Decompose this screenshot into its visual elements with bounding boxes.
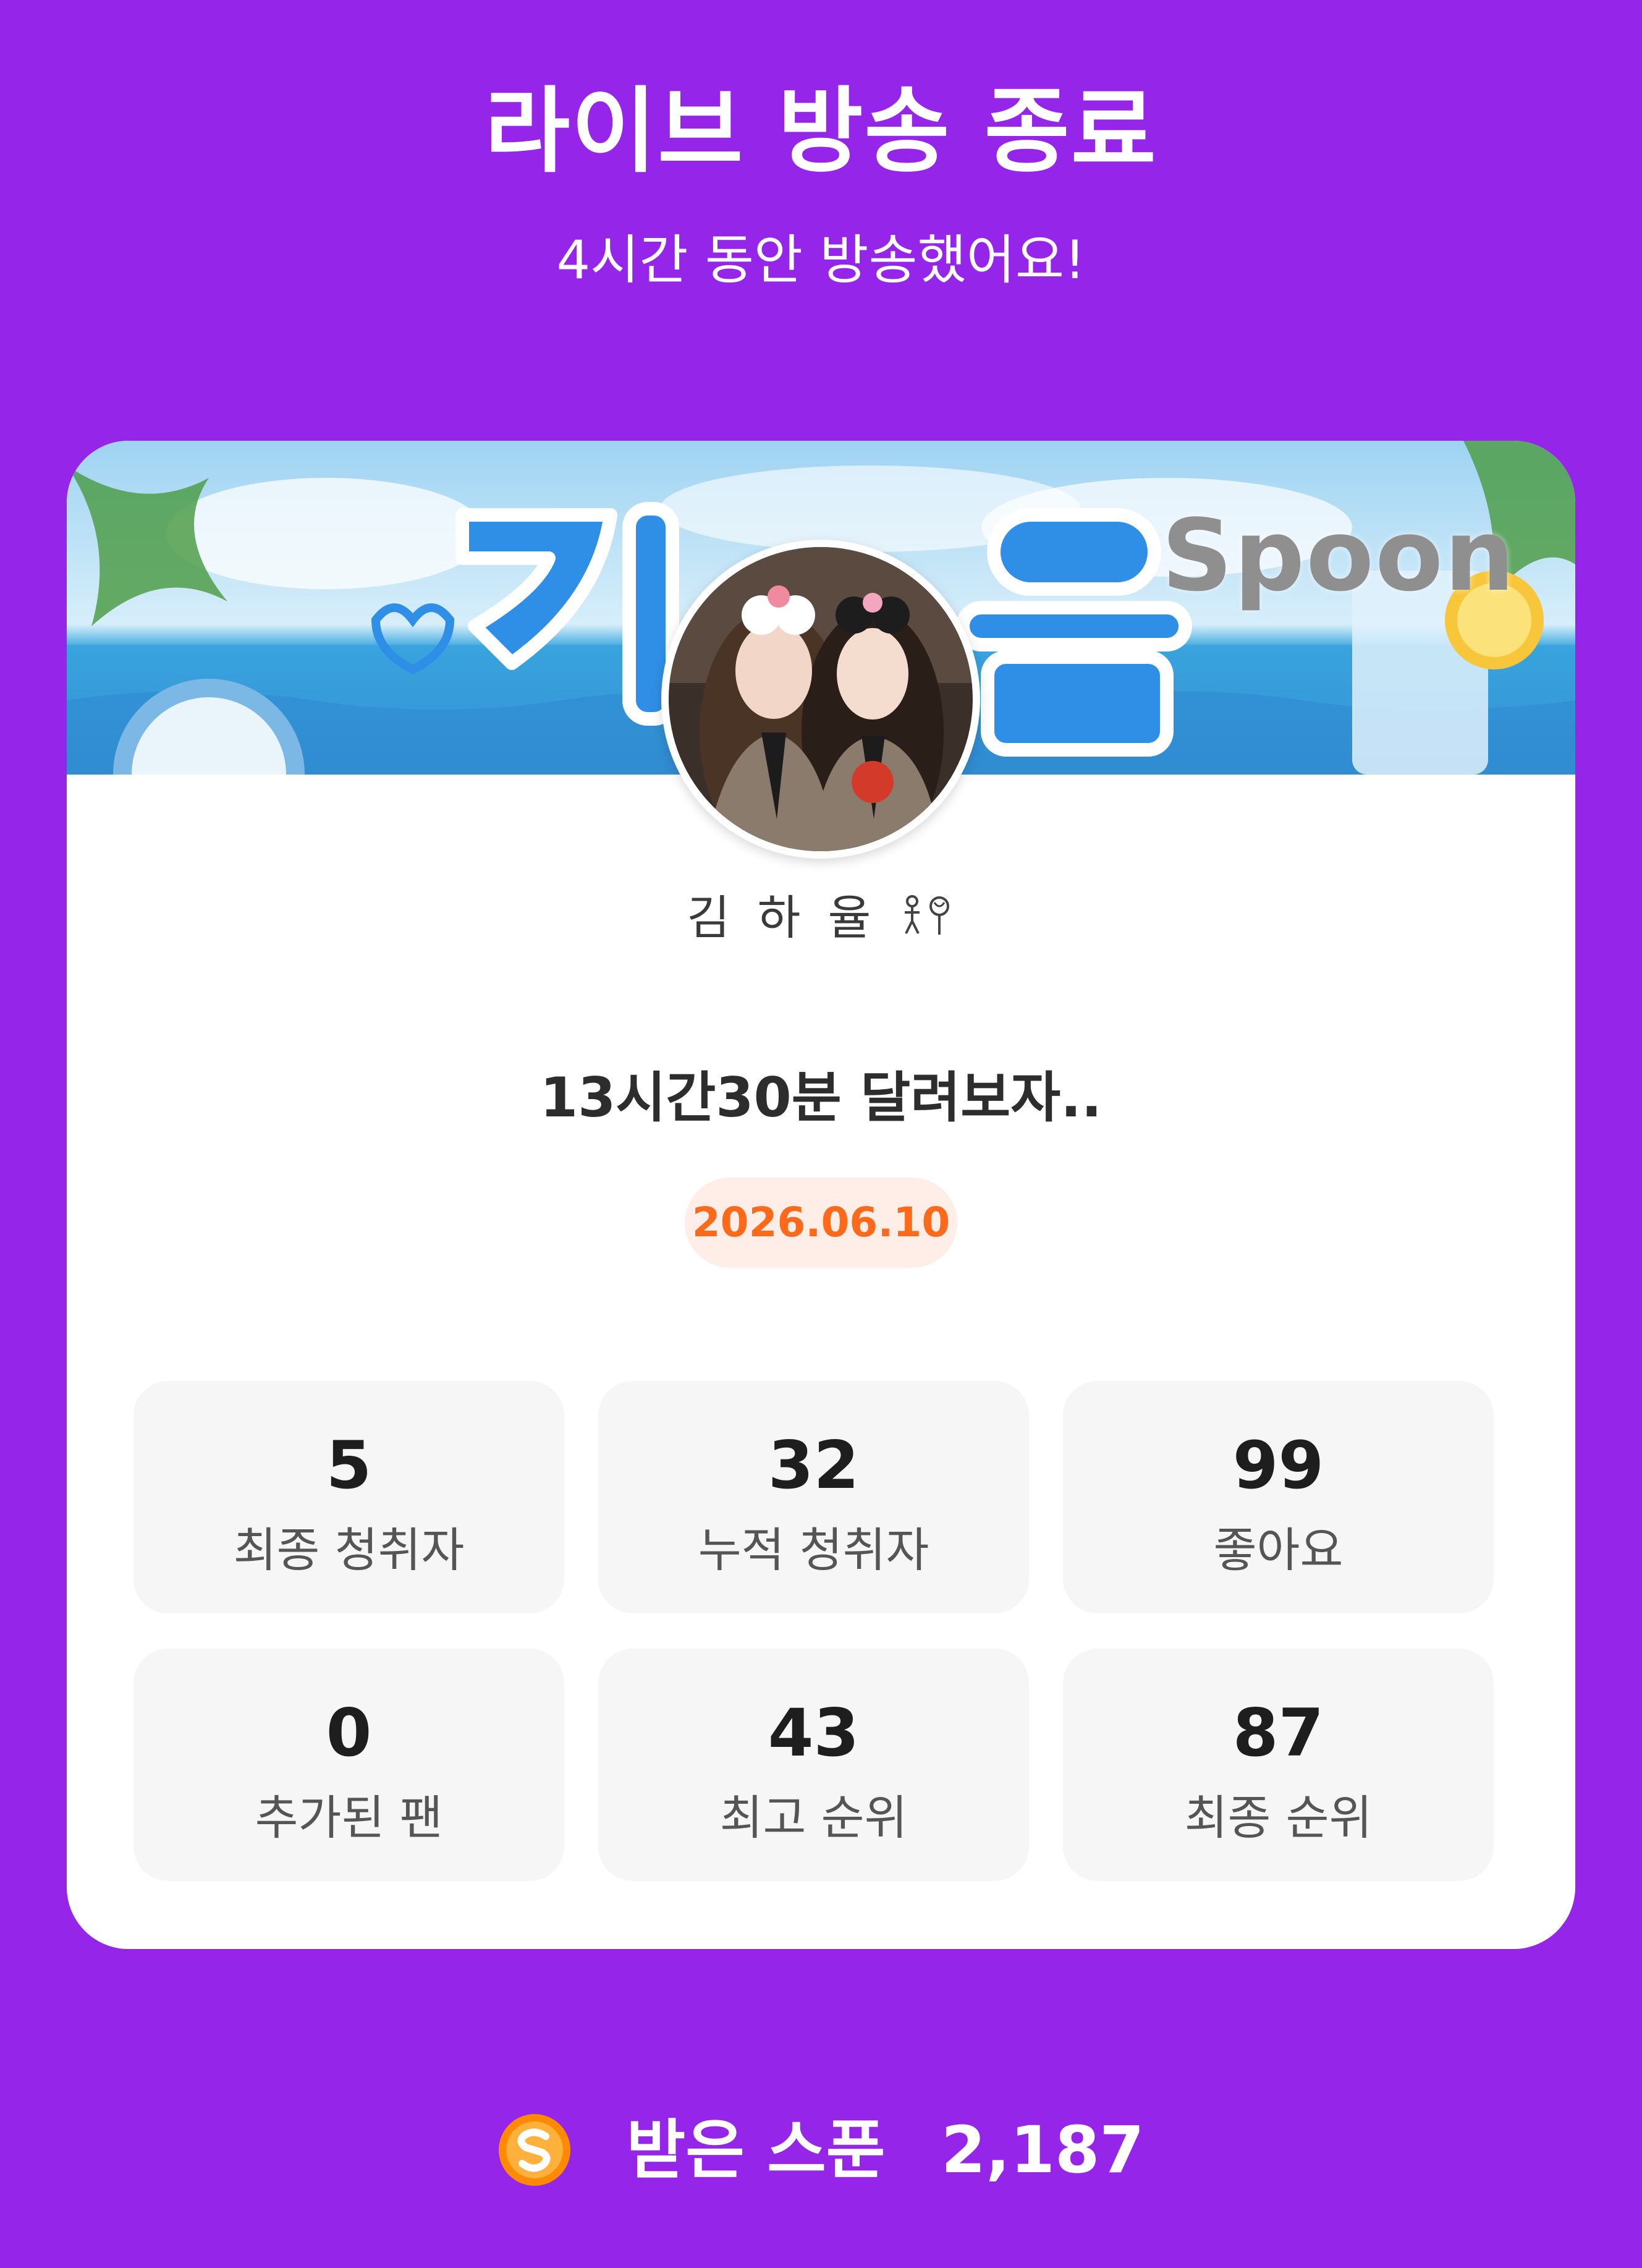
stat-label: 최고 순위 (719, 1790, 908, 1845)
broadcast-date-badge: 2026.06.10 (685, 1178, 957, 1268)
stat-label: 추가된 팬 (255, 1790, 443, 1845)
stat-value: 0 (326, 1695, 372, 1771)
broadcast-summary-card: Spoon 김 하 율 13시간30분 달려보자.. 2026.06.10 5 … (67, 441, 1575, 1949)
stat-label: 좋아요 (1213, 1523, 1344, 1578)
stat-final-rank: 87 최종 순위 (1063, 1649, 1494, 1881)
received-spoons-value: 2,187 (941, 2112, 1145, 2188)
spoon-brand-logo: Spoon (1161, 498, 1516, 613)
nickname-text: 김 하 율 (687, 890, 878, 945)
stat-label: 누적 청취자 (698, 1523, 929, 1578)
received-spoons-label: 받은 스푼 (626, 2112, 886, 2188)
broadcast-duration-text: 4시간 동안 방송했어요! (556, 229, 1086, 291)
stat-new-fans: 0 추가된 팬 (133, 1649, 564, 1881)
stat-value: 87 (1232, 1695, 1324, 1771)
page-title: 라이브 방송 종료 (485, 78, 1157, 185)
stat-total-listeners: 32 누적 청취자 (598, 1381, 1029, 1613)
lollipop-figure-icon (902, 890, 955, 952)
received-spoons-summary: 받은 스푼 2,187 (0, 2108, 1642, 2187)
stat-label: 최종 순위 (1184, 1790, 1373, 1845)
stat-value: 32 (768, 1427, 860, 1503)
stat-value: 43 (768, 1695, 860, 1771)
stat-best-rank: 43 최고 순위 (598, 1649, 1029, 1881)
avatar[interactable] (661, 540, 980, 859)
stat-likes: 99 좋아요 (1063, 1381, 1494, 1613)
stat-value: 5 (326, 1427, 372, 1503)
stat-label: 최종 청취자 (233, 1523, 465, 1578)
spoon-coin-icon (497, 2113, 572, 2187)
live-title: 13시간30분 달려보자.. (540, 1066, 1102, 1129)
stat-value: 99 (1232, 1427, 1324, 1503)
stat-final-listeners: 5 최종 청취자 (133, 1381, 564, 1613)
broadcaster-nickname: 김 하 율 (67, 887, 1575, 952)
